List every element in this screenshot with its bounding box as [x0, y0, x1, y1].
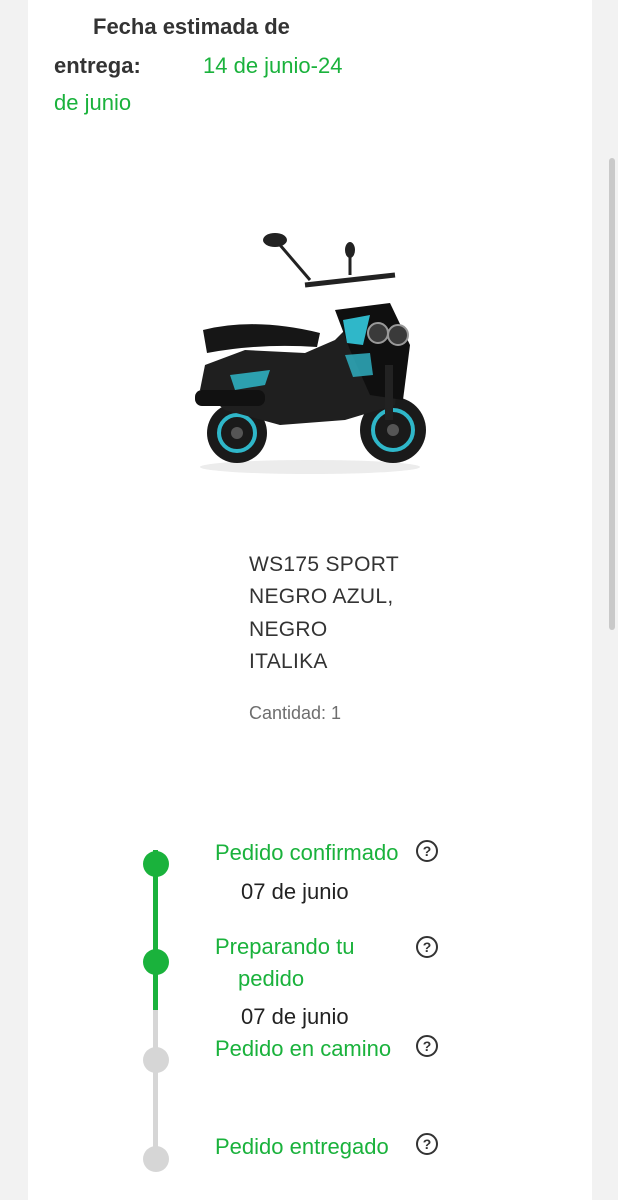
step-dot-preparing	[143, 949, 169, 975]
step-dot-delivered	[143, 1146, 169, 1172]
delivery-date-value: 14 de junio-24	[203, 53, 343, 78]
step-date-preparing: 07 de junio	[241, 1004, 349, 1029]
product-name-line1: WS175 SPORT	[249, 553, 399, 576]
product-name-line3: NEGRO	[249, 618, 328, 641]
step-label-in-transit: Pedido en camino	[215, 1036, 392, 1061]
step-date-confirmed: 07 de junio	[241, 879, 349, 904]
help-icon[interactable]: ?	[416, 1035, 438, 1057]
step-label-delivered: Pedido entregado	[215, 1134, 389, 1159]
step-label-preparing-2: pedido	[238, 966, 305, 991]
product-name-line4: ITALIKA	[249, 650, 328, 673]
delivery-date-label: Fecha estimada de	[93, 14, 290, 39]
step-dot-confirmed	[143, 851, 169, 877]
delivery-date-label-2: entrega:	[54, 53, 141, 78]
help-icon[interactable]: ?	[416, 840, 438, 862]
quantity-label: Cantidad: 1	[249, 703, 342, 723]
help-icon[interactable]: ?	[416, 936, 438, 958]
product-name-line2: NEGRO AZUL,	[249, 585, 394, 608]
delivery-date-value-2: de junio	[54, 90, 132, 115]
help-icon[interactable]: ?	[416, 1133, 438, 1155]
product-image	[195, 233, 426, 474]
scrollbar[interactable]	[609, 158, 615, 630]
timeline-line-pending	[153, 1010, 158, 1160]
step-label-confirmed: Pedido confirmado	[215, 840, 399, 865]
step-label-preparing: Preparando tu	[215, 934, 355, 959]
step-dot-in-transit	[143, 1047, 169, 1073]
